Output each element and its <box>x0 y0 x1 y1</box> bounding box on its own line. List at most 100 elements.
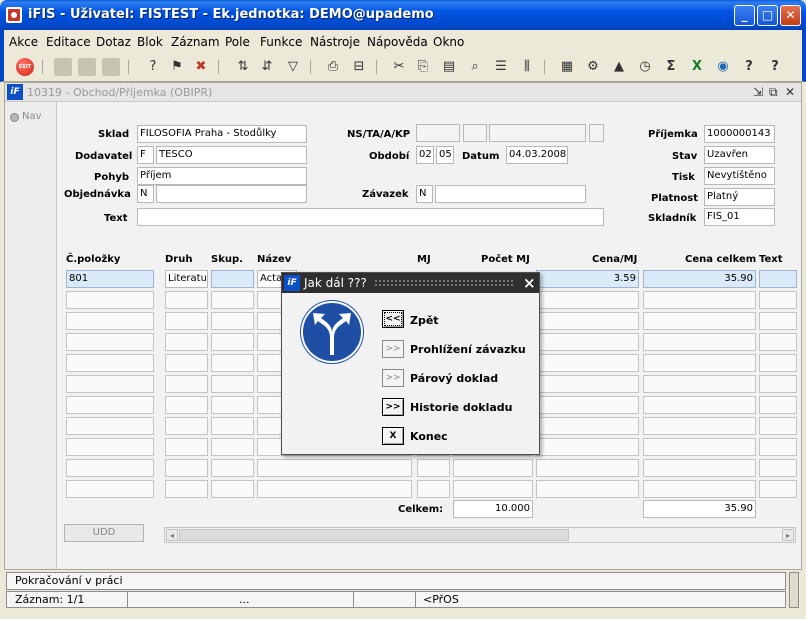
grid-cell[interactable] <box>453 480 533 498</box>
grid-cell[interactable] <box>211 438 254 456</box>
grid-cell[interactable] <box>536 438 639 456</box>
prijemka-field[interactable]: 1000000143 <box>704 125 775 143</box>
platnost-field[interactable]: Platný <box>704 188 775 206</box>
sort-asc-icon[interactable]: ⇅ <box>234 58 252 76</box>
grid-cell[interactable] <box>536 396 639 414</box>
grid-cell[interactable] <box>643 480 756 498</box>
execute-query-icon[interactable]: ⚑ <box>168 58 186 76</box>
grid-cell[interactable] <box>165 375 208 393</box>
grid-cell[interactable] <box>759 291 797 309</box>
row1-cena-celkem[interactable]: 35.90 <box>643 270 756 288</box>
grid-cell[interactable] <box>759 438 797 456</box>
grid-cell[interactable] <box>643 291 756 309</box>
paste-icon[interactable]: ▤ <box>440 58 458 76</box>
prohlizeni-zavazku-button[interactable]: >> <box>382 340 404 358</box>
total-pocet-field[interactable]: 10.000 <box>453 500 533 518</box>
row1-text[interactable] <box>759 270 797 288</box>
horizontal-scrollbar[interactable]: ◂ ▸ <box>164 527 796 543</box>
columns-icon[interactable]: ⫼ <box>518 58 536 76</box>
row1-cislo[interactable]: 801 <box>66 270 154 288</box>
grid-cell[interactable] <box>643 333 756 351</box>
grid-cell[interactable] <box>165 438 208 456</box>
zavazek-flag-field[interactable]: N <box>416 185 433 203</box>
historie-dokladu-button[interactable]: >> <box>382 398 404 416</box>
grid-cell[interactable] <box>759 480 797 498</box>
grid-cell[interactable] <box>211 333 254 351</box>
grid-cell[interactable] <box>759 459 797 477</box>
text-field[interactable] <box>137 208 604 226</box>
grid-cell[interactable] <box>643 438 756 456</box>
grid-cell[interactable] <box>536 417 639 435</box>
insert-record-icon[interactable] <box>54 58 72 76</box>
window-titlebar[interactable]: iFIS - Uživatel: FISTEST - Ek.jednotka: … <box>0 0 806 30</box>
filter-icon[interactable]: ▽ <box>284 58 302 76</box>
scroll-left-icon[interactable]: ◂ <box>166 529 178 541</box>
menu-zaznam[interactable]: Záznam <box>171 35 220 49</box>
grid-cell[interactable] <box>536 354 639 372</box>
scroll-right-icon[interactable]: ▸ <box>782 529 794 541</box>
save-icon[interactable] <box>78 58 96 76</box>
ns-field-4[interactable] <box>589 124 604 142</box>
grid-cell[interactable] <box>66 396 154 414</box>
grid-cell[interactable] <box>211 354 254 372</box>
sklad-field[interactable]: FILOSOFIA Praha - Stodůlky <box>137 125 307 143</box>
grid-cell[interactable] <box>417 480 450 498</box>
pohyb-field[interactable]: Příjem <box>137 167 307 185</box>
grid-cell[interactable] <box>211 480 254 498</box>
minimize-form-icon[interactable]: ⇲ <box>753 85 763 99</box>
help-query-icon[interactable]: ? <box>144 58 162 76</box>
grid-cell[interactable] <box>165 354 208 372</box>
grid-cell[interactable] <box>211 459 254 477</box>
grid-cell[interactable] <box>66 459 154 477</box>
grid-cell[interactable] <box>211 291 254 309</box>
dialog-close-icon[interactable]: × <box>523 274 536 292</box>
grid-cell[interactable] <box>759 417 797 435</box>
total-cena-field[interactable]: 35.90 <box>643 500 756 518</box>
copy-icon[interactable]: ⎘ <box>414 58 432 76</box>
settings-icon[interactable]: ⚙ <box>584 58 602 76</box>
zpet-button[interactable]: << <box>382 310 404 328</box>
grid-cell[interactable] <box>759 312 797 330</box>
scroll-thumb[interactable] <box>179 529 569 541</box>
menu-blok[interactable]: Blok <box>137 35 163 49</box>
grid-cell[interactable] <box>211 375 254 393</box>
grid-cell[interactable] <box>759 375 797 393</box>
grid-cell[interactable] <box>165 291 208 309</box>
grid-cell[interactable] <box>643 375 756 393</box>
grid-cell[interactable] <box>66 480 154 498</box>
grid-cell[interactable] <box>417 459 450 477</box>
dialog-titlebar[interactable]: iF Jak dál ??? × <box>282 273 539 293</box>
grid-cell[interactable] <box>165 417 208 435</box>
grid-cell[interactable] <box>165 480 208 498</box>
ns-field-2[interactable] <box>463 124 487 142</box>
grid-cell[interactable] <box>453 459 533 477</box>
grid-cell[interactable] <box>759 354 797 372</box>
obdobi-field-2[interactable]: 05 <box>436 146 454 164</box>
konec-button[interactable]: X <box>382 427 404 445</box>
grid-cell[interactable] <box>536 459 639 477</box>
menu-pole[interactable]: Pole <box>225 35 250 49</box>
grid-cell[interactable] <box>66 417 154 435</box>
grid-cell[interactable] <box>257 459 412 477</box>
ns-field-3[interactable] <box>489 124 586 142</box>
exit-icon[interactable]: EXIT <box>16 58 34 76</box>
cancel-query-icon[interactable]: ✖ <box>192 58 210 76</box>
datum-field[interactable]: 04.03.2008 <box>506 146 568 164</box>
grid-cell[interactable] <box>66 438 154 456</box>
grid-cell[interactable] <box>211 417 254 435</box>
sort-desc-icon[interactable]: ⇵ <box>258 58 276 76</box>
grid-cell[interactable] <box>759 333 797 351</box>
grid-cell[interactable] <box>536 480 639 498</box>
grid-cell[interactable] <box>165 312 208 330</box>
context-help-icon[interactable]: ? <box>740 58 758 76</box>
grid-cell[interactable] <box>759 396 797 414</box>
grid-cell[interactable] <box>66 375 154 393</box>
zavazek-field[interactable] <box>435 185 586 203</box>
delete-record-icon[interactable] <box>102 58 120 76</box>
menu-okno[interactable]: Okno <box>433 35 464 49</box>
row1-druh[interactable]: Literatur <box>165 270 208 288</box>
calculator-icon[interactable]: ▦ <box>558 58 576 76</box>
grid-cell[interactable] <box>536 312 639 330</box>
menu-editace[interactable]: Editace <box>46 35 91 49</box>
close-window-button[interactable]: ✕ <box>780 5 801 26</box>
